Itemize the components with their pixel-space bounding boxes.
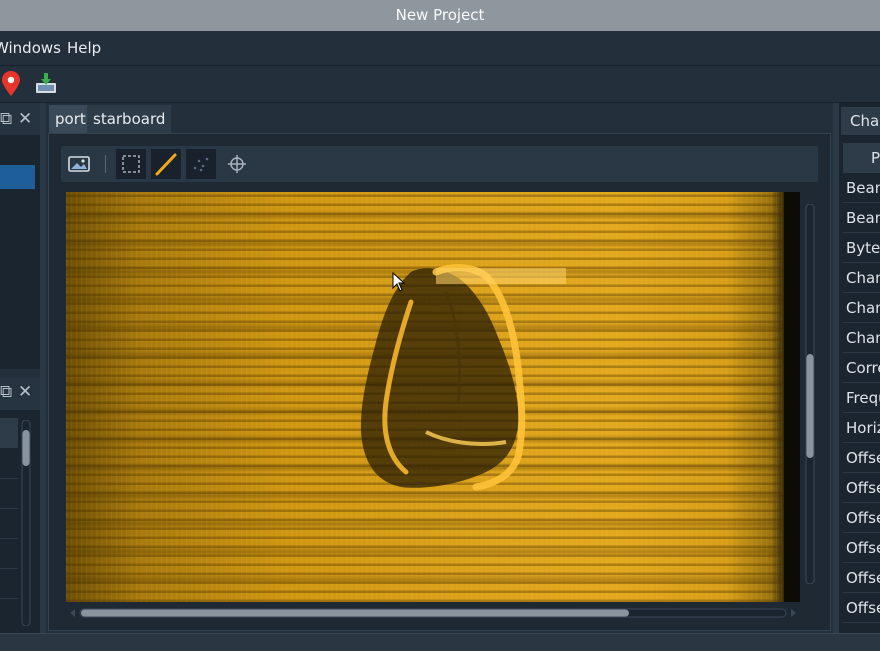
table-row[interactable]: Offse	[843, 503, 880, 533]
window-title: New Project	[0, 0, 880, 31]
draw-line-icon[interactable]	[151, 149, 181, 179]
table-row[interactable]: Chan	[843, 293, 880, 323]
table-row[interactable]: Offse	[843, 593, 880, 623]
float-icon[interactable]: ⧉	[0, 111, 12, 128]
close-icon[interactable]: ✕	[18, 111, 32, 128]
center-area: port starboard	[46, 103, 833, 633]
crosshair-icon[interactable]	[222, 149, 252, 179]
table-row[interactable]: Chan	[843, 323, 880, 353]
table-row[interactable]: Offse	[843, 473, 880, 503]
table-row[interactable]: Beam	[843, 173, 880, 203]
close-icon[interactable]: ✕	[18, 384, 32, 401]
map-marker-icon[interactable]	[0, 70, 24, 98]
table-row[interactable]: Chan	[843, 263, 880, 293]
tab-starboard[interactable]: starboard	[87, 105, 172, 133]
tab-port[interactable]: port	[49, 105, 92, 135]
menubar: Windows Help	[0, 31, 880, 66]
left-vertical-scrollbar[interactable]	[20, 419, 32, 627]
list-item[interactable]	[0, 598, 18, 626]
select-rect-icon[interactable]	[116, 149, 146, 179]
sonar-image-viewer[interactable]	[66, 192, 800, 602]
float-icon[interactable]: ⧉	[0, 384, 12, 401]
image-panel	[48, 133, 831, 631]
table-row[interactable]: Corre	[843, 353, 880, 383]
menu-help[interactable]: Help	[67, 31, 101, 65]
main-toolbar	[0, 66, 880, 103]
right-dock: Channel Property Beam Beam Bytes Chan Ch…	[839, 103, 880, 633]
scatter-icon[interactable]	[186, 149, 216, 179]
left-list	[0, 418, 18, 626]
selected-list-item[interactable]	[0, 165, 35, 189]
status-bar	[0, 633, 880, 651]
image-icon[interactable]	[64, 149, 94, 179]
table-row[interactable]: Offse	[843, 443, 880, 473]
table-row[interactable]: Frequ	[843, 383, 880, 413]
left-dock-top: ⧉ ✕	[0, 103, 40, 369]
image-toolbar	[61, 146, 818, 182]
table-row[interactable]: Beam	[843, 203, 880, 233]
viewer-horizontal-scrollbar[interactable]	[66, 604, 800, 618]
viewer-vertical-scrollbar[interactable]	[805, 203, 815, 585]
list-item[interactable]	[0, 568, 18, 599]
list-item[interactable]	[0, 478, 18, 509]
table-row[interactable]: Horiz	[843, 413, 880, 443]
table-row[interactable]: Offse	[843, 563, 880, 593]
left-dock-top-header: ⧉ ✕	[0, 103, 40, 135]
mouse-cursor-icon	[392, 272, 406, 292]
shipwreck-target	[360, 192, 800, 602]
download-image-icon[interactable]	[33, 70, 59, 98]
left-dock-bottom-header: ⧉ ✕	[0, 378, 40, 410]
left-dock-bottom: ⧉ ✕	[0, 378, 40, 633]
table-row[interactable]: Offse	[843, 533, 880, 563]
table-row[interactable]: Bytes	[843, 233, 880, 263]
tab-channel[interactable]: Channel	[841, 107, 880, 135]
list-item[interactable]	[0, 448, 18, 479]
menu-windows[interactable]: Windows	[0, 31, 61, 65]
property-column-header[interactable]: Property	[843, 143, 880, 173]
toolbar-separator	[105, 155, 106, 173]
list-item[interactable]	[0, 508, 18, 539]
list-item[interactable]	[0, 538, 18, 569]
list-item[interactable]	[0, 418, 18, 448]
